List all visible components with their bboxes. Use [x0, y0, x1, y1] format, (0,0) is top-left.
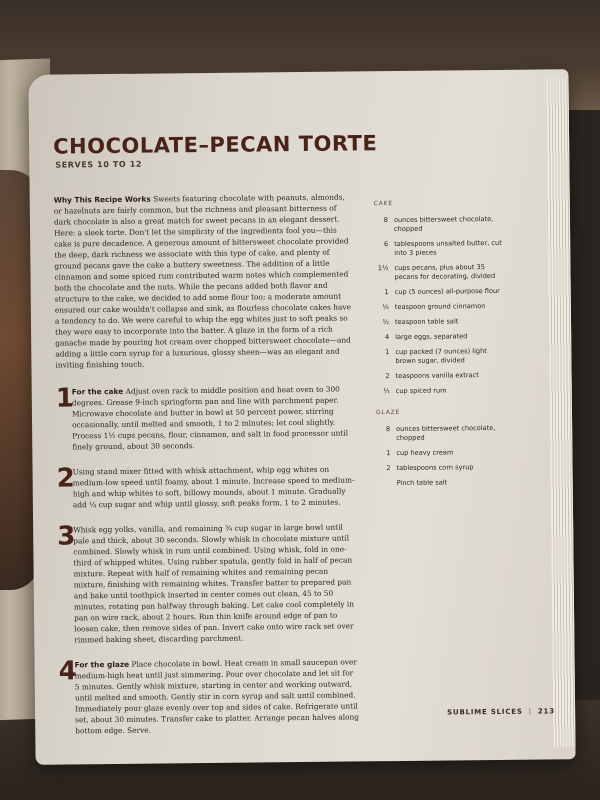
ingredient-text: teaspoons vanilla extract: [395, 371, 479, 381]
ingredient-list-glaze: 8 ounces bittersweet chocolate, chopped 1…: [376, 424, 507, 488]
page-edges: [546, 77, 576, 748]
ingredient-quantity: 1½: [377, 264, 389, 273]
step-1: 1 For the cake Adjust oven rack to middl…: [56, 383, 357, 452]
ingredient-text: large eggs, separated: [395, 332, 468, 342]
ingredient-item: 4 large eggs, separated: [375, 332, 505, 342]
ingredient-quantity: 1: [384, 288, 389, 297]
ingredient-group-heading: GLAZE: [375, 408, 401, 417]
ingredient-text: ounces bittersweet chocolate, chopped: [393, 214, 494, 234]
intro-text: Sweets featuring chocolate with peanuts,…: [53, 192, 352, 370]
ingredient-text: teaspoon ground cinnamon: [394, 302, 486, 312]
step-text: Place chocolate in bowl. Heat cream in s…: [74, 657, 360, 736]
step-number: 3: [57, 521, 76, 552]
ingredient-quantity: 2: [385, 372, 390, 381]
ingredient-text: ounces bittersweet chocolate, chopped: [396, 423, 496, 443]
book-page: CHOCOLATE–PECAN TORTE SERVES 10 TO 12 Wh…: [28, 69, 576, 765]
ingredient-quantity: ½: [382, 318, 390, 327]
step-number: 2: [56, 463, 75, 494]
ingredient-quantity: 1: [385, 348, 390, 357]
ingredient-item: 2 teaspoons vanilla extract: [376, 371, 506, 381]
ingredient-text: cup heavy cream: [396, 448, 454, 458]
ingredient-quantity: 4: [384, 333, 390, 342]
footer-separator: |: [528, 707, 532, 716]
ingredient-item: 1½ cups pecans, plus about 35 pecans for …: [374, 263, 504, 282]
ingredient-quantity: ⅓: [383, 387, 390, 396]
ingredient-item: 8 ounces bittersweet chocolate, chopped: [376, 424, 506, 443]
ingredient-item: 1 cup packed (7 ounces) light brown sugar…: [375, 347, 505, 366]
ingredient-text: cup (5 ounces) all-purpose flour: [394, 286, 500, 297]
ingredient-item: 6 tablespoons unsalted butter, cut into 3…: [374, 239, 504, 258]
ingredient-quantity: 8: [383, 216, 388, 225]
page-number: 213: [537, 707, 555, 716]
ingredient-item: ⅛ teaspoon ground cinnamon: [375, 302, 505, 312]
step-text: Whisk egg yolks, vanilla, and remaining …: [73, 522, 355, 645]
ingredient-text: tablespoons unsalted butter, cut into 3 …: [394, 238, 502, 258]
ingredient-text: cup packed (7 ounces) light brown sugar,…: [395, 347, 487, 366]
ingredient-item: ½ teaspoon table salt: [375, 317, 505, 327]
ingredient-quantity: 2: [386, 464, 391, 473]
ingredient-quantity: 6: [383, 240, 389, 249]
ingredients-column: CAKE 8 ounces bittersweet chocolate, chop…: [374, 198, 507, 500]
ingredient-text: teaspoon table salt: [394, 317, 459, 327]
ingredient-item: ⅓ cup spiced rum: [376, 386, 506, 396]
ingredient-quantity: [377, 479, 397, 488]
step-number: 4: [58, 656, 77, 687]
ingredient-text: cup spiced rum: [395, 386, 447, 396]
serves-label: SERVES 10 TO 12: [55, 159, 143, 170]
section-name: SUBLIME SLICES: [447, 707, 523, 717]
ingredient-group-heading: CAKE: [373, 200, 394, 208]
step-2: 2 Using stand mixer fitted with whisk at…: [56, 463, 357, 510]
page-footer: SUBLIME SLICES | 213: [447, 707, 555, 716]
step-number: 1: [55, 383, 75, 414]
intro-lead: Why This Recipe Works: [53, 194, 151, 205]
ingredient-text: cups pecans, plus about 35 pecans for de…: [394, 263, 496, 282]
step-3: 3 Whisk egg yolks, vanilla, and remainin…: [57, 521, 358, 645]
ingredient-quantity: ⅛: [382, 303, 389, 312]
ingredient-quantity: 1: [386, 449, 391, 458]
ingredient-item: 1 cup heavy cream: [376, 448, 506, 458]
step-text: Using stand mixer fitted with whisk atta…: [72, 464, 355, 510]
ingredient-list-cake: 8 ounces bittersweet chocolate, chopped 6…: [374, 215, 506, 396]
instructions-column: Why This Recipe Works Sweets featuring c…: [54, 191, 360, 750]
recipe-title: CHOCOLATE–PECAN TORTE: [53, 131, 378, 159]
ingredient-item: Pinch table salt: [377, 478, 507, 488]
ingredient-item: 8 ounces bittersweet chocolate, chopped: [374, 215, 504, 234]
step-4: 4 For the glaze Place chocolate in bowl.…: [58, 656, 360, 736]
step-heading: For the glaze: [74, 659, 130, 670]
ingredient-item: 1 cup (5 ounces) all-purpose flour: [375, 287, 505, 297]
step-heading: For the cake: [71, 386, 124, 397]
ingredient-quantity: 8: [385, 425, 391, 434]
ingredient-item: 2 tablespoons corn syrup: [376, 463, 506, 473]
intro-paragraph: Why This Recipe Works Sweets featuring c…: [54, 191, 356, 370]
ingredient-text: tablespoons corn syrup: [396, 463, 474, 473]
ingredient-text: Pinch table salt: [396, 478, 448, 488]
